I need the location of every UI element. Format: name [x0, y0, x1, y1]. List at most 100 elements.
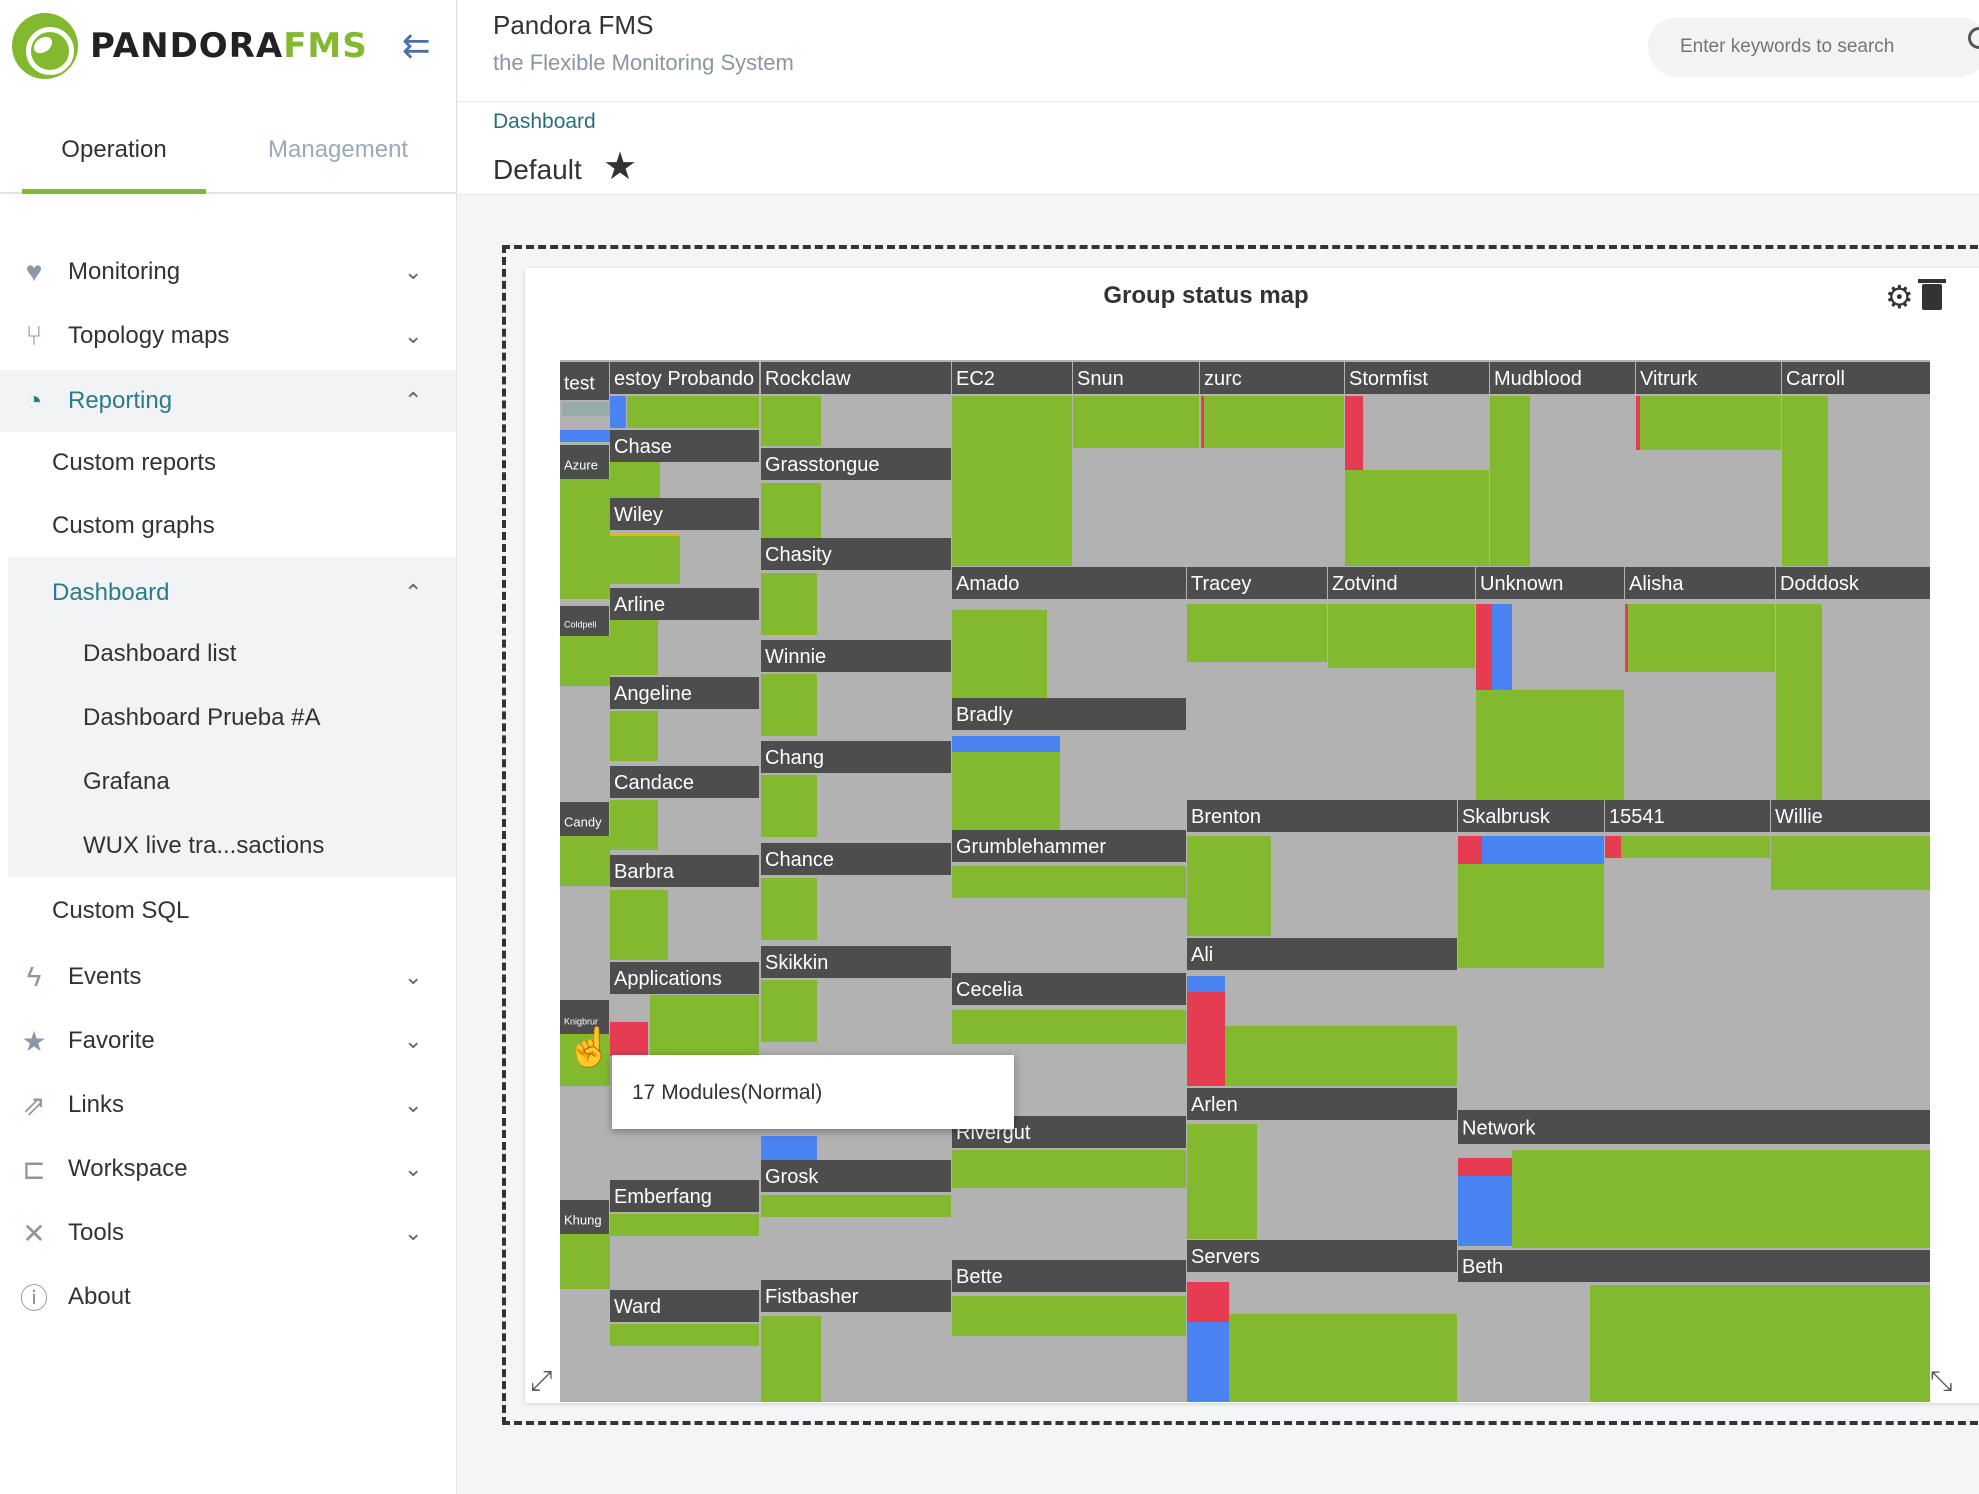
group-label[interactable]: Skalbrusk — [1462, 806, 1551, 828]
menu-item-about[interactable]: ⓘ About — [0, 1266, 456, 1328]
status-cell[interactable] — [761, 674, 817, 736]
group-label[interactable]: Wiley — [614, 504, 663, 526]
group-label[interactable]: zurc — [1204, 368, 1242, 390]
menu-item-topology[interactable]: ⑂ Topology maps ⌄ — [0, 305, 456, 367]
submenu-dashboard-list[interactable]: Dashboard list — [0, 623, 456, 685]
tab-operation[interactable]: Operation — [22, 136, 206, 194]
group-label[interactable]: Chang — [765, 747, 824, 769]
group-label[interactable]: Grosk — [765, 1166, 819, 1188]
status-cell[interactable] — [1328, 604, 1475, 668]
status-cell[interactable] — [761, 396, 821, 446]
status-cell[interactable] — [560, 479, 610, 599]
status-cell[interactable] — [952, 1296, 1186, 1336]
group-label[interactable]: Carroll — [1786, 368, 1845, 390]
group-label[interactable]: Grumblehammer — [956, 836, 1106, 858]
submenu-dashboard-prueba[interactable]: Dashboard Prueba #A — [0, 687, 456, 749]
status-cell[interactable] — [610, 995, 634, 1023]
group-label[interactable]: Network — [1462, 1117, 1536, 1139]
status-cell[interactable] — [1621, 836, 1770, 858]
group-label[interactable]: Azure — [564, 457, 598, 472]
status-cell[interactable] — [1187, 1322, 1229, 1402]
status-cell[interactable] — [610, 533, 680, 536]
status-cell[interactable] — [1229, 1314, 1457, 1402]
group-label[interactable]: Bradly — [956, 704, 1013, 726]
submenu-grafana[interactable]: Grafana — [0, 751, 456, 813]
menu-item-workspace[interactable]: ⊏ Workspace ⌄ — [0, 1138, 456, 1200]
tab-management[interactable]: Management — [268, 136, 408, 164]
trash-icon[interactable] — [1918, 279, 1946, 310]
gear-icon[interactable]: ⚙ — [1885, 278, 1914, 316]
status-cell[interactable] — [952, 866, 1186, 898]
status-cell[interactable] — [1187, 604, 1327, 662]
group-label[interactable]: 15541 — [1609, 806, 1665, 828]
group-label[interactable]: Willie — [1775, 806, 1823, 828]
group-label[interactable]: Amado — [956, 573, 1019, 595]
submenu-custom-graphs[interactable]: Custom graphs — [0, 495, 456, 557]
status-cell[interactable] — [761, 573, 817, 635]
group-label[interactable]: Unknown — [1480, 573, 1563, 595]
group-label[interactable]: Brenton — [1191, 806, 1261, 828]
menu-item-links[interactable]: ⇗ Links ⌄ — [0, 1074, 456, 1136]
status-cell[interactable] — [560, 836, 610, 886]
status-cell[interactable] — [1187, 992, 1225, 1086]
search-input[interactable] — [1648, 17, 1979, 77]
status-cell[interactable] — [761, 483, 821, 538]
status-cell[interactable] — [1776, 604, 1822, 802]
group-header[interactable] — [1187, 938, 1457, 970]
status-cell[interactable] — [761, 1316, 821, 1402]
status-cell[interactable] — [1073, 396, 1199, 448]
group-label[interactable]: Applications — [614, 968, 722, 990]
collapse-menu-icon[interactable]: ⇇ — [402, 26, 431, 66]
group-label[interactable]: Snun — [1077, 368, 1124, 390]
group-label[interactable]: Barbra — [614, 861, 675, 883]
expand-icon[interactable]: ⤢ — [530, 1365, 552, 1398]
status-cell[interactable] — [952, 396, 1072, 566]
group-label[interactable]: Stormfist — [1349, 368, 1428, 390]
status-cell[interactable] — [1345, 396, 1363, 470]
group-label[interactable]: Winnie — [765, 646, 826, 668]
status-cell[interactable] — [952, 736, 1060, 752]
status-cell[interactable] — [1458, 836, 1482, 864]
group-label[interactable]: estoy Probando — [614, 368, 754, 390]
status-cell[interactable] — [1187, 1124, 1257, 1239]
status-cell[interactable] — [1225, 1026, 1457, 1086]
pandora-logo[interactable]: PANDORAFMS — [12, 13, 368, 79]
status-cell[interactable] — [560, 636, 610, 686]
status-cell[interactable] — [1187, 1282, 1229, 1322]
submenu-custom-sql[interactable]: Custom SQL — [0, 880, 456, 942]
status-cell[interactable] — [610, 536, 680, 584]
status-cell[interactable] — [952, 610, 1047, 702]
status-cell[interactable] — [1345, 470, 1489, 566]
group-label[interactable]: Doddosk — [1780, 573, 1860, 595]
group-label[interactable]: Alisha — [1629, 573, 1684, 595]
resize-handle-icon[interactable]: ⤡ — [1930, 1365, 1952, 1398]
status-cell[interactable] — [1482, 836, 1604, 864]
group-label[interactable]: Candace — [614, 772, 694, 794]
group-label[interactable]: Mudblood — [1494, 368, 1582, 390]
group-label[interactable]: Ali — [1191, 944, 1213, 966]
group-label[interactable]: Emberfang — [614, 1186, 712, 1208]
status-cell[interactable] — [610, 620, 658, 675]
status-cell[interactable] — [627, 396, 759, 428]
group-label[interactable]: Servers — [1191, 1246, 1260, 1268]
submenu-dashboard[interactable]: Dashboard ⌃ — [0, 562, 456, 624]
group-label[interactable]: Knigbrur — [564, 1016, 598, 1026]
status-cell[interactable] — [952, 1150, 1186, 1188]
status-cell[interactable] — [761, 1195, 951, 1217]
group-label[interactable]: Angeline — [614, 683, 692, 705]
group-label[interactable]: Rockclaw — [765, 368, 851, 390]
status-cell[interactable] — [952, 752, 1060, 832]
status-cell[interactable] — [1512, 1150, 1930, 1248]
status-cell[interactable] — [761, 980, 817, 1042]
status-cell[interactable] — [1490, 396, 1530, 566]
group-label[interactable]: Beth — [1462, 1256, 1503, 1278]
status-cell[interactable] — [560, 430, 610, 442]
group-label[interactable]: Arlen — [1191, 1094, 1238, 1116]
submenu-custom-reports[interactable]: Custom reports — [0, 432, 456, 494]
status-cell[interactable] — [610, 800, 658, 850]
submenu-wux[interactable]: WUX live tra...sactions — [0, 815, 456, 877]
status-cell[interactable] — [761, 878, 817, 940]
status-cell[interactable] — [761, 775, 817, 837]
status-cell[interactable] — [1636, 396, 1640, 450]
status-cell[interactable] — [1605, 836, 1621, 858]
